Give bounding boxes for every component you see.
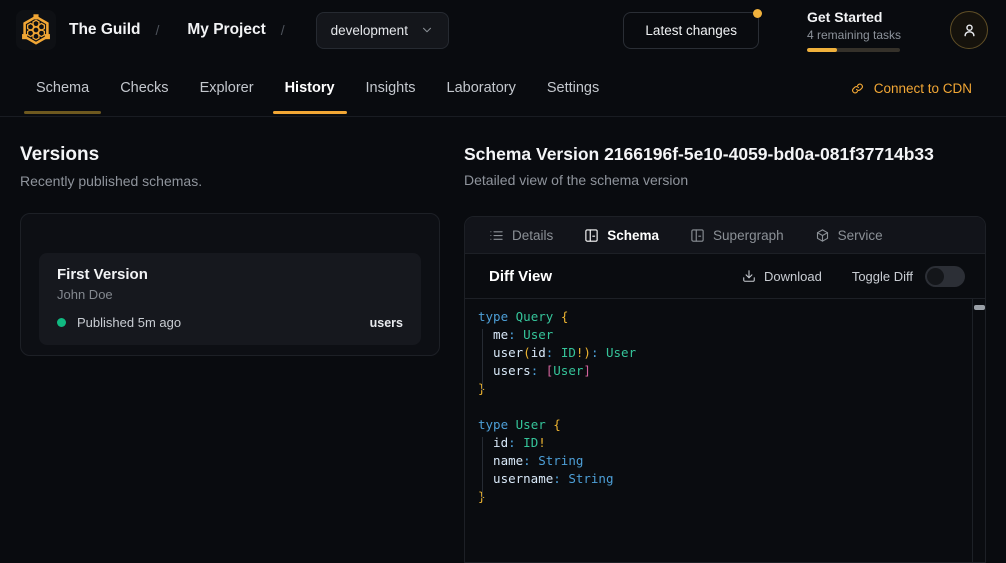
get-started-progress-fill bbox=[807, 48, 837, 52]
nav-tab-history[interactable]: History bbox=[285, 60, 335, 116]
panel-columns-icon bbox=[584, 228, 599, 243]
schema-detail-panel: Details Schema Supergraph bbox=[464, 216, 986, 563]
schema-version-detail: Schema Version 2166196f-5e10-4059-bd0a-0… bbox=[464, 117, 986, 563]
nav-tab-checks[interactable]: Checks bbox=[120, 60, 168, 116]
indent-guide bbox=[482, 437, 483, 499]
hive-logo[interactable] bbox=[16, 10, 56, 50]
main-nav: Schema Checks Explorer History Insights … bbox=[0, 60, 1006, 117]
main-content: Versions Recently published schemas. Fir… bbox=[0, 117, 1006, 563]
get-started-title: Get Started bbox=[807, 9, 900, 25]
connect-to-cdn-label: Connect to CDN bbox=[874, 81, 972, 96]
nav-tab-schema[interactable]: Schema bbox=[36, 60, 89, 116]
breadcrumb-separator: / bbox=[155, 22, 159, 38]
version-service-badge: users bbox=[370, 316, 403, 330]
tab-schema[interactable]: Schema bbox=[584, 228, 659, 243]
schema-version-subtitle: Detailed view of the schema version bbox=[464, 172, 986, 188]
versions-subtitle: Recently published schemas. bbox=[20, 173, 440, 189]
published-status-dot bbox=[57, 318, 66, 327]
detail-tab-bar: Details Schema Supergraph bbox=[465, 217, 985, 254]
version-author: John Doe bbox=[57, 287, 403, 302]
versions-panel: Versions Recently published schemas. Fir… bbox=[20, 117, 440, 563]
get-started-progressbar bbox=[807, 48, 900, 52]
diff-view-title: Diff View bbox=[489, 268, 552, 285]
toggle-diff-label: Toggle Diff bbox=[852, 269, 913, 284]
latest-changes-button[interactable]: Latest changes bbox=[623, 12, 759, 49]
version-status: Published 5m ago bbox=[77, 315, 181, 330]
schema-version-title: Schema Version 2166196f-5e10-4059-bd0a-0… bbox=[464, 144, 986, 165]
tab-supergraph[interactable]: Supergraph bbox=[690, 228, 784, 243]
top-bar: The Guild / My Project / development Lat… bbox=[0, 0, 1006, 60]
chevron-down-icon bbox=[420, 23, 434, 37]
tab-details[interactable]: Details bbox=[489, 228, 553, 243]
panel-columns-icon bbox=[690, 228, 705, 243]
list-icon bbox=[489, 228, 504, 243]
code-block-lines: type Query { me: User user(id: ID!): Use… bbox=[465, 299, 985, 515]
notification-dot bbox=[753, 9, 762, 18]
version-meta-row: Published 5m ago users bbox=[57, 315, 403, 330]
nav-tab-explorer[interactable]: Explorer bbox=[200, 60, 254, 116]
connect-to-cdn-link[interactable]: Connect to CDN bbox=[850, 60, 972, 116]
diff-view-header: Diff View Download Toggle Diff bbox=[465, 254, 985, 299]
download-icon bbox=[742, 269, 756, 283]
code-vertical-scrollbar[interactable] bbox=[972, 299, 985, 562]
package-icon bbox=[815, 228, 830, 243]
latest-changes-label: Latest changes bbox=[645, 23, 737, 38]
toggle-diff-knob bbox=[927, 268, 944, 285]
versions-card: First Version John Doe Published 5m ago … bbox=[20, 213, 440, 356]
get-started-widget[interactable]: Get Started 4 remaining tasks bbox=[807, 9, 900, 52]
download-button[interactable]: Download bbox=[742, 269, 822, 284]
nav-tab-insights[interactable]: Insights bbox=[366, 60, 416, 116]
hive-hexagon-icon bbox=[19, 13, 53, 47]
toggle-diff-switch[interactable] bbox=[925, 266, 965, 287]
get-started-subtitle: 4 remaining tasks bbox=[807, 28, 900, 42]
target-select-dropdown[interactable]: development bbox=[316, 12, 449, 49]
tab-service[interactable]: Service bbox=[815, 228, 883, 243]
version-list-item[interactable]: First Version John Doe Published 5m ago … bbox=[39, 253, 421, 345]
breadcrumb-project[interactable]: My Project bbox=[187, 21, 265, 39]
nav-tab-laboratory[interactable]: Laboratory bbox=[447, 60, 516, 116]
person-icon bbox=[960, 21, 979, 40]
versions-title: Versions bbox=[20, 144, 440, 166]
target-select-value: development bbox=[331, 23, 408, 38]
link-icon bbox=[850, 81, 865, 96]
breadcrumb-separator: / bbox=[281, 22, 285, 38]
schema-code-viewer: type Query { me: User user(id: ID!): Use… bbox=[465, 299, 985, 562]
nav-tab-settings[interactable]: Settings bbox=[547, 60, 599, 116]
version-name: First Version bbox=[57, 266, 403, 283]
user-avatar[interactable] bbox=[950, 11, 988, 49]
scrollbar-thumb[interactable] bbox=[974, 305, 985, 310]
indent-guide bbox=[482, 329, 483, 391]
breadcrumb-org[interactable]: The Guild bbox=[69, 21, 140, 39]
